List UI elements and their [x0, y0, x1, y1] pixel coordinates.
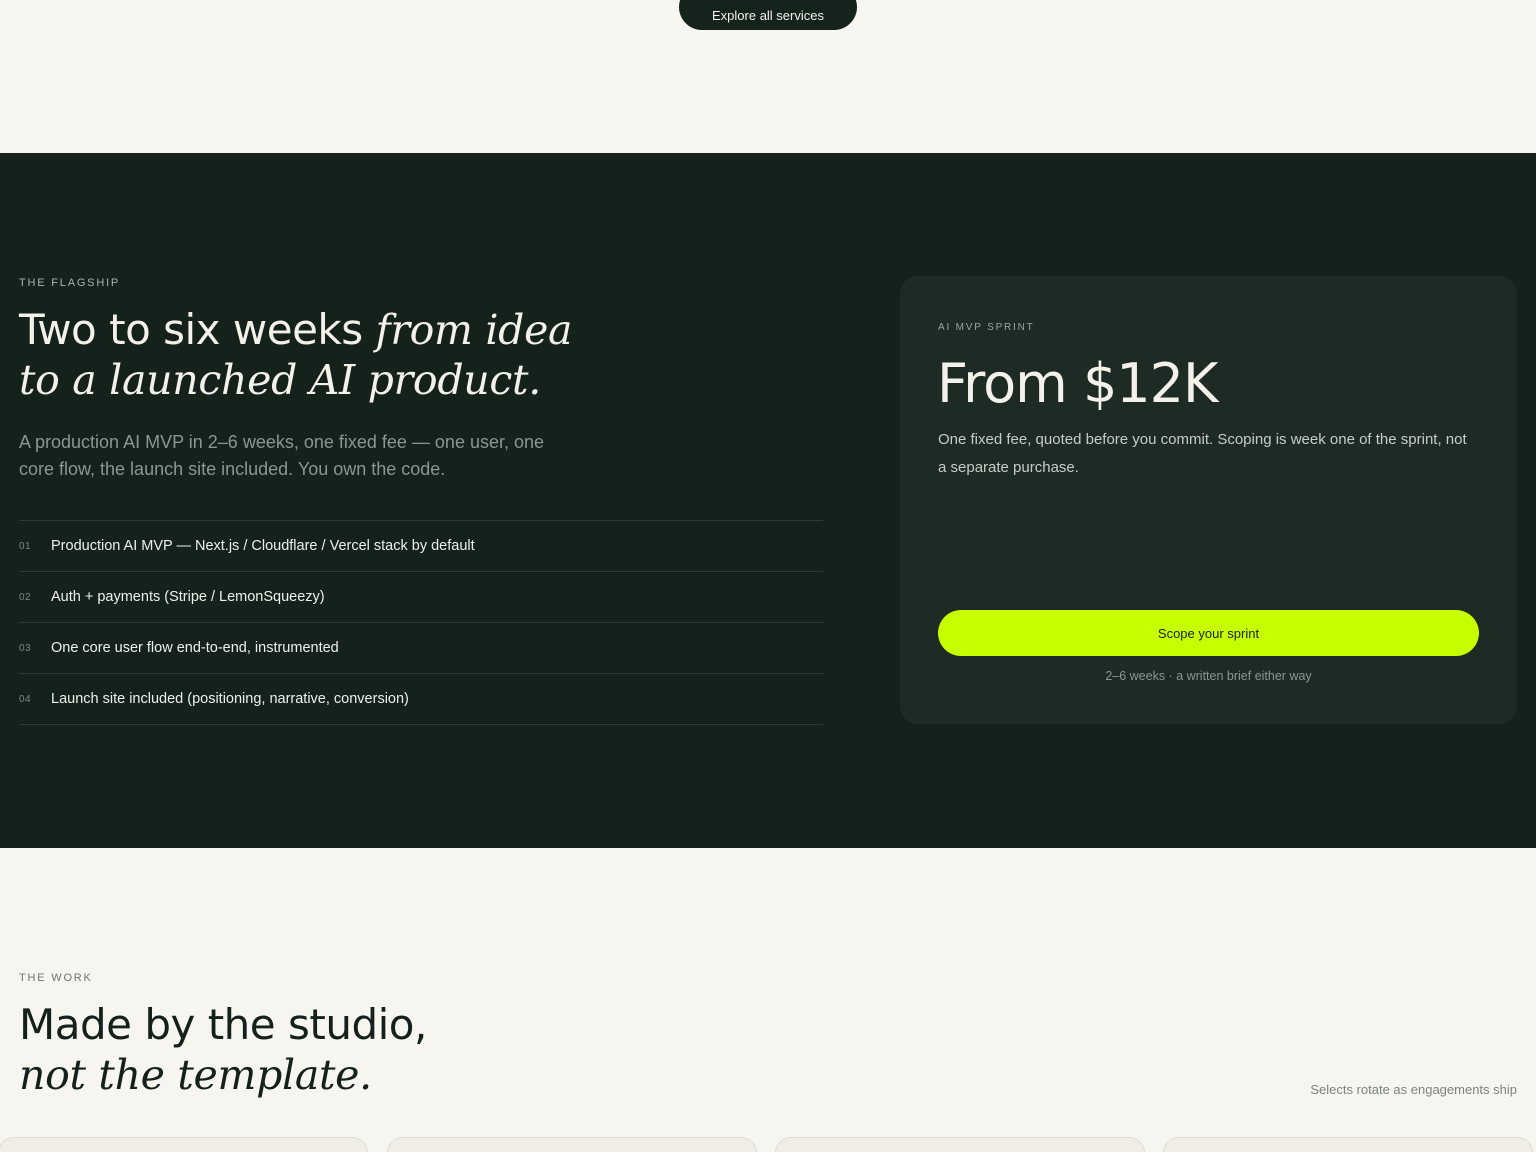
feature-number: 01	[19, 540, 32, 552]
work-section: THE WORK Made by the studio, not the tem…	[0, 848, 1536, 1152]
work-card[interactable]	[387, 1137, 757, 1152]
work-note: Selects rotate as engagements ship	[1310, 1082, 1517, 1097]
services-section: Explore all services	[0, 0, 1536, 153]
explore-all-services-button[interactable]: Explore all services	[679, 0, 857, 30]
feature-number: 03	[19, 642, 32, 654]
flagship-heading-part1: Two to six weeks	[19, 305, 376, 354]
pricing-card: AI MVP SPRINT From $12K One fixed fee, q…	[900, 276, 1517, 724]
work-heading: Made by the studio, not the template.	[19, 1000, 719, 1100]
feature-text: One core user flow end-to-end, instrumen…	[51, 640, 339, 656]
work-heading-italic: not the template.	[19, 1051, 372, 1099]
pricing-amount: From $12K	[937, 352, 1218, 415]
pricing-eyebrow: AI MVP SPRINT	[938, 322, 1035, 333]
scope-your-sprint-button[interactable]: Scope your sprint	[938, 610, 1479, 656]
feature-text: Launch site included (positioning, narra…	[51, 691, 409, 707]
feature-list: 01 Production AI MVP — Next.js / Cloudfl…	[19, 520, 823, 725]
pricing-note: 2–6 weeks · a written brief either way	[1105, 669, 1312, 683]
flagship-heading-italic2: to a launched AI product.	[19, 356, 541, 404]
feature-item: 02 Auth + payments (Stripe / LemonSqueez…	[19, 572, 823, 623]
feature-item: 03 One core user flow end-to-end, instru…	[19, 623, 823, 674]
flagship-heading-italic1: from idea	[375, 306, 573, 354]
feature-item: 01 Production AI MVP — Next.js / Cloudfl…	[19, 521, 823, 572]
flagship-lead: A production AI MVP in 2–6 weeks, one fi…	[19, 432, 545, 479]
flagship-section: THE FLAGSHIP Two to six weeks from idea …	[0, 153, 1536, 848]
flagship-eyebrow: THE FLAGSHIP	[19, 277, 121, 289]
feature-number: 02	[19, 591, 32, 603]
work-card[interactable]	[1163, 1137, 1533, 1152]
feature-text: Auth + payments (Stripe / LemonSqueezy)	[51, 589, 325, 605]
feature-text: Production AI MVP — Next.js / Cloudflare…	[51, 538, 475, 554]
flagship-heading: Two to six weeks from idea to a launched…	[19, 305, 659, 405]
feature-item: 04 Launch site included (positioning, na…	[19, 674, 823, 725]
pricing-description: One fixed fee, quoted before you commit.…	[938, 431, 1467, 476]
feature-number: 04	[19, 693, 32, 705]
work-eyebrow: THE WORK	[19, 972, 93, 984]
work-heading-part1: Made by the studio,	[19, 1000, 427, 1049]
work-card[interactable]	[0, 1137, 368, 1152]
work-card[interactable]	[775, 1137, 1145, 1152]
